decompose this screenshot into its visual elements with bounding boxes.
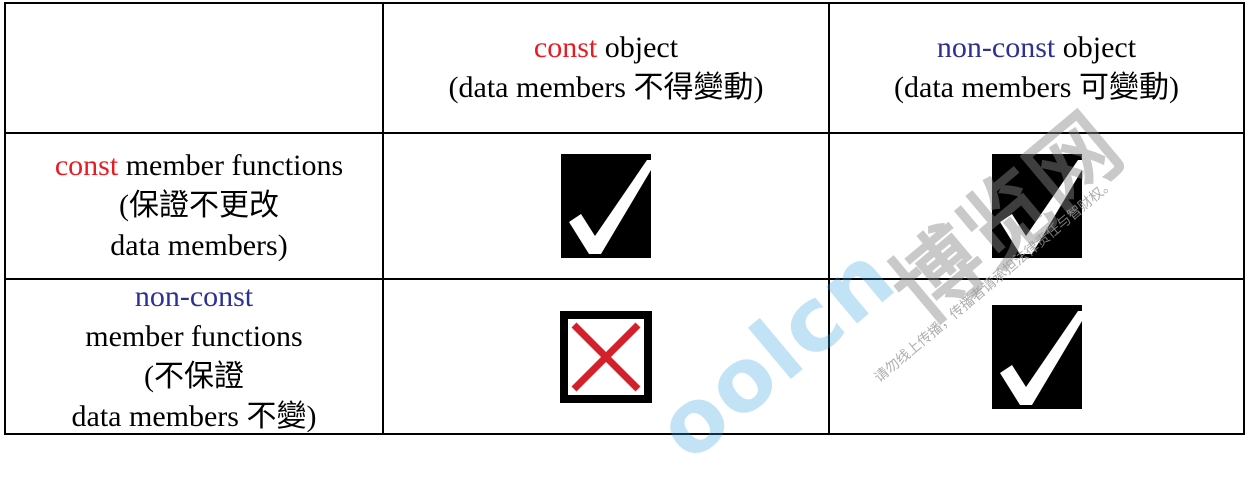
check-icon	[991, 304, 1082, 409]
header-const-object-title: const object	[534, 28, 678, 68]
row-label-line4: data members 不變)	[71, 399, 317, 433]
cell-const-fn-nonconst-obj	[830, 134, 1245, 280]
row-label-line3: (不保證	[144, 359, 244, 393]
row-label-line2: (保證不更改	[119, 189, 279, 222]
cell-const-fn-const-obj	[384, 134, 830, 280]
header-nonconst-object-rest: object	[1055, 31, 1137, 64]
row-label-line3: data members)	[110, 229, 288, 262]
cell-nonconst-fn-const-obj	[384, 280, 830, 435]
header-const-object: const object (data members 不得變動)	[384, 4, 830, 134]
header-const-object-rest: object	[597, 31, 679, 64]
header-nonconst-object: non-const object (data members 可變動)	[830, 4, 1245, 134]
row-label-line2: member functions	[85, 319, 303, 353]
keyword-nonconst: non-const	[936, 31, 1056, 64]
row-label-rest: member functions	[118, 149, 344, 182]
cross-icon	[560, 310, 652, 403]
comparison-table: const object (data members 不得變動) non-con…	[4, 2, 1245, 435]
keyword-const: const	[54, 149, 119, 182]
header-const-object-note: (data members 不得變動)	[448, 71, 764, 104]
check-icon	[561, 154, 651, 258]
check-icon	[991, 154, 1082, 258]
row-const-member-functions-label: const member functions (保證不更改 data membe…	[6, 134, 384, 280]
row-label-line1: const member functions	[55, 146, 343, 186]
row-nonconst-member-functions-label: non-const member functions (不保證 data mem…	[6, 280, 384, 435]
cell-nonconst-fn-nonconst-obj	[830, 280, 1245, 435]
keyword-const: const	[533, 31, 598, 64]
header-nonconst-object-title: non-const object	[937, 28, 1136, 68]
keyword-nonconst: non-const	[134, 279, 254, 313]
header-empty-cell	[6, 4, 384, 134]
header-nonconst-object-note: (data members 可變動)	[894, 71, 1179, 104]
